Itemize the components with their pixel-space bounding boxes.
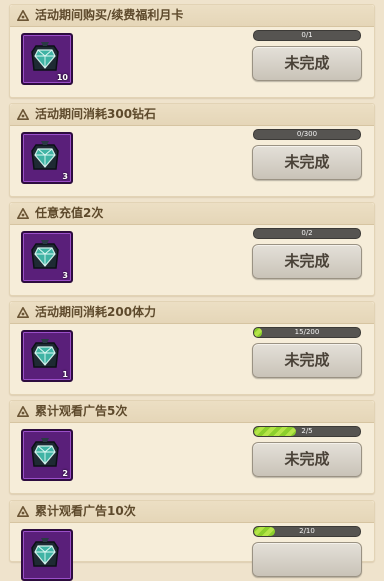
reward-item[interactable]: 1 [21,330,73,382]
progress-text: 2/5 [301,427,313,435]
recycle-triangle-icon [17,307,29,318]
reward-item[interactable]: 2 [21,429,73,481]
progress-bar: 0/300 [253,129,361,140]
item-count: 2 [62,469,68,478]
task-header: 累计观看广告5次 [10,401,374,423]
task-title: 活动期间购买/续费福利月卡 [35,8,184,22]
recycle-triangle-icon [17,406,29,417]
recycle-triangle-icon [17,109,29,120]
task-title: 任意充值2次 [35,206,104,220]
task-header: 活动期间消耗300钻石 [10,104,374,126]
task-status-button[interactable]: 未完成 [252,145,362,180]
task-title: 活动期间消耗200体力 [35,305,157,319]
task-header: 活动期间购买/续费福利月卡 [10,5,374,27]
teal-gem-pouch-icon [31,42,59,71]
reward-item[interactable]: 10 [21,33,73,85]
task-status-button[interactable]: 未完成 [252,343,362,378]
teal-gem-pouch-icon [31,141,59,170]
reward-item[interactable] [21,529,73,581]
teal-gem-pouch-icon [31,240,59,269]
item-count: 1 [62,370,68,379]
recycle-triangle-icon [17,10,29,21]
progress-text: 0/2 [301,229,313,237]
recycle-triangle-icon [17,506,29,517]
task-status-button[interactable] [252,542,362,577]
task-card: 活动期间消耗200体力 1 15/200 未完成 [9,301,375,395]
reward-item[interactable]: 3 [21,132,73,184]
item-count: 3 [62,271,68,280]
task-list: 活动期间购买/续费福利月卡 10 0/1 未完成 活动期间消耗300钻石 3 0… [0,0,384,581]
task-header: 累计观看广告10次 [10,501,374,523]
task-header: 任意充值2次 [10,203,374,225]
teal-gem-pouch-icon [31,438,59,467]
reward-item[interactable]: 3 [21,231,73,283]
task-title: 活动期间消耗300钻石 [35,107,157,121]
item-count: 10 [56,73,68,82]
task-card: 活动期间消耗300钻石 3 0/300 未完成 [9,103,375,197]
task-card: 累计观看广告5次 2 2/5 未完成 [9,400,375,494]
progress-bar: 2/5 [253,426,361,437]
progress-bar: 15/200 [253,327,361,338]
item-count: 3 [62,172,68,181]
progress-text: 15/200 [294,328,320,336]
task-header: 活动期间消耗200体力 [10,302,374,324]
task-status-button[interactable]: 未完成 [252,442,362,477]
task-card: 活动期间购买/续费福利月卡 10 0/1 未完成 [9,4,375,98]
task-status-button[interactable]: 未完成 [252,244,362,279]
progress-text: 2/10 [299,527,315,535]
task-title: 累计观看广告10次 [35,504,136,518]
teal-gem-pouch-icon [31,538,59,567]
task-card: 累计观看广告10次 2/10 [9,500,375,581]
task-status-button[interactable]: 未完成 [252,46,362,81]
progress-text: 0/1 [301,31,313,39]
recycle-triangle-icon [17,208,29,219]
task-title: 累计观看广告5次 [35,404,128,418]
progress-bar: 0/2 [253,228,361,239]
teal-gem-pouch-icon [31,339,59,368]
progress-text: 0/300 [296,130,318,138]
progress-bar: 0/1 [253,30,361,41]
progress-bar: 2/10 [253,526,361,537]
task-card: 任意充值2次 3 0/2 未完成 [9,202,375,296]
